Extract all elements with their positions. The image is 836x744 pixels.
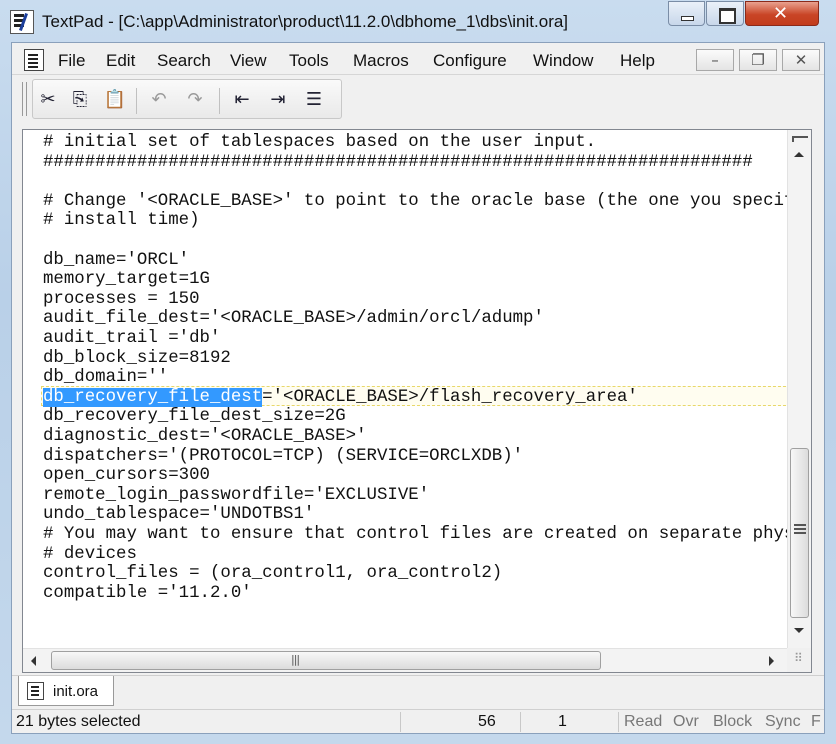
status-divider bbox=[520, 712, 521, 732]
status-sync[interactable]: Sync bbox=[765, 713, 801, 731]
toolbar-separator bbox=[219, 88, 220, 114]
scroll-grip-icon bbox=[794, 524, 806, 526]
main-window: File Edit Search View Tools Macros Confi… bbox=[11, 42, 825, 734]
menu-help[interactable]: Help bbox=[620, 51, 655, 71]
maximize-button[interactable] bbox=[706, 1, 744, 26]
menu-edit[interactable]: Edit bbox=[106, 51, 135, 71]
scroll-down-arrow-icon[interactable] bbox=[794, 628, 804, 633]
code-line-current: db_recovery_file_dest='<ORACLE_BASE>/fla… bbox=[43, 387, 638, 408]
code-line: open_cursors=300 bbox=[43, 466, 210, 486]
undo-icon[interactable]: ↶ bbox=[147, 89, 171, 111]
toolbar-separator bbox=[136, 88, 137, 114]
menu-bar: File Edit Search View Tools Macros Confi… bbox=[12, 43, 824, 75]
title-bar[interactable]: TextPad - [C:\app\Administrator\product\… bbox=[0, 0, 836, 42]
code-line: dispatchers='(PROTOCOL=TCP) (SERVICE=ORC… bbox=[43, 446, 524, 466]
file-tab-init-ora[interactable]: init.ora bbox=[18, 676, 114, 706]
code-line: # install time) bbox=[43, 211, 200, 231]
scroll-up-arrow-icon[interactable] bbox=[794, 152, 804, 157]
size-grip-icon[interactable] bbox=[787, 648, 811, 672]
text-file-icon bbox=[27, 682, 44, 700]
copy-icon[interactable]: ⎘ bbox=[68, 89, 92, 111]
code-line: processes = 150 bbox=[43, 289, 200, 309]
status-record[interactable]: F bbox=[811, 713, 821, 731]
format-icon[interactable]: ☰ bbox=[302, 89, 326, 111]
menu-file[interactable]: File bbox=[58, 51, 85, 71]
menu-view[interactable]: View bbox=[230, 51, 267, 71]
code-line: # Change '<ORACLE_BASE>' to point to the… bbox=[43, 191, 787, 211]
code-line: db_block_size=8192 bbox=[43, 348, 231, 368]
menu-search[interactable]: Search bbox=[157, 51, 211, 71]
scroll-left-arrow-icon[interactable] bbox=[31, 656, 36, 666]
code-line: db_recovery_file_dest_size=2G bbox=[43, 407, 346, 427]
horizontal-scrollbar[interactable]: ||| bbox=[23, 648, 787, 672]
code-line: # initial set of tablespaces based on th… bbox=[43, 133, 597, 152]
code-line: control_files = (ora_control1, ora_contr… bbox=[43, 564, 503, 584]
close-button[interactable] bbox=[745, 1, 819, 26]
doc-restore-button[interactable]: ❐ bbox=[739, 49, 777, 71]
menu-window[interactable]: Window bbox=[533, 51, 593, 71]
split-handle-icon[interactable] bbox=[792, 136, 808, 142]
file-tab-bar: init.ora bbox=[12, 675, 824, 711]
code-line: remote_login_passwordfile='EXCLUSIVE' bbox=[43, 485, 430, 505]
code-line: audit_trail ='db' bbox=[43, 329, 221, 348]
code-line: # devices bbox=[43, 544, 137, 564]
status-line-number: 56 bbox=[478, 713, 496, 730]
status-block[interactable]: Block bbox=[713, 713, 752, 731]
status-bar: 21 bytes selected 56 1 Read Ovr Block Sy… bbox=[12, 709, 824, 733]
minimize-button[interactable] bbox=[668, 1, 705, 26]
code-line: compatible ='11.2.0' bbox=[43, 583, 252, 603]
status-divider bbox=[618, 712, 619, 732]
code-line-rest: ='<ORACLE_BASE>/flash_recovery_area' bbox=[262, 387, 638, 407]
redo-icon[interactable]: ↷ bbox=[183, 89, 207, 111]
paste-icon[interactable]: 📋 bbox=[103, 89, 127, 111]
menu-macros[interactable]: Macros bbox=[353, 51, 409, 71]
text-editor[interactable]: # initial set of tablespaces based on th… bbox=[23, 130, 787, 648]
horizontal-scroll-thumb[interactable] bbox=[51, 651, 601, 670]
scroll-right-arrow-icon[interactable] bbox=[769, 656, 774, 666]
vertical-scrollbar[interactable] bbox=[787, 130, 811, 648]
window-title: TextPad - [C:\app\Administrator\product\… bbox=[42, 12, 569, 31]
code-line: memory_target=1G bbox=[43, 270, 210, 290]
status-message: 21 bytes selected bbox=[16, 713, 141, 730]
toolbar-group: ✂ ⎘ 📋 ↶ ↷ ⇤ ⇥ ☰ bbox=[32, 79, 342, 119]
doc-close-button[interactable]: ✕ bbox=[782, 49, 820, 71]
status-divider bbox=[400, 712, 401, 732]
status-overwrite[interactable]: Ovr bbox=[673, 713, 699, 731]
code-line: diagnostic_dest='<ORACLE_BASE>' bbox=[43, 427, 367, 446]
indent-decrease-icon[interactable]: ⇤ bbox=[230, 89, 254, 111]
doc-minimize-button[interactable]: – bbox=[696, 49, 734, 71]
selected-text[interactable]: db_recovery_file_dest bbox=[43, 387, 263, 407]
menu-configure[interactable]: Configure bbox=[433, 51, 507, 71]
textpad-app-icon[interactable] bbox=[10, 10, 34, 34]
cut-icon[interactable]: ✂ bbox=[36, 89, 60, 111]
file-tab-label: init.ora bbox=[53, 683, 99, 700]
code-line: audit_file_dest='<ORACLE_BASE>/admin/orc… bbox=[43, 309, 544, 329]
indent-increase-icon[interactable]: ⇥ bbox=[266, 89, 290, 111]
status-read[interactable]: Read bbox=[624, 713, 662, 731]
status-column-number: 1 bbox=[558, 713, 567, 730]
document-icon[interactable] bbox=[24, 49, 44, 71]
code-line: db_name='ORCL' bbox=[43, 250, 190, 270]
code-line: # You may want to ensure that control fi… bbox=[43, 525, 787, 544]
scroll-grip-icon: ||| bbox=[291, 653, 300, 666]
editor-frame: # initial set of tablespaces based on th… bbox=[22, 129, 812, 673]
menu-tools[interactable]: Tools bbox=[289, 51, 329, 71]
code-line: undo_tablespace='UNDOTBS1' bbox=[43, 505, 315, 525]
code-line: db_domain='' bbox=[43, 368, 169, 388]
toolbar: ✂ ⎘ 📋 ↶ ↷ ⇤ ⇥ ☰ bbox=[12, 76, 824, 122]
code-line: ########################################… bbox=[43, 152, 753, 172]
toolbar-grip[interactable] bbox=[22, 82, 27, 116]
vertical-scroll-thumb[interactable] bbox=[790, 448, 809, 618]
